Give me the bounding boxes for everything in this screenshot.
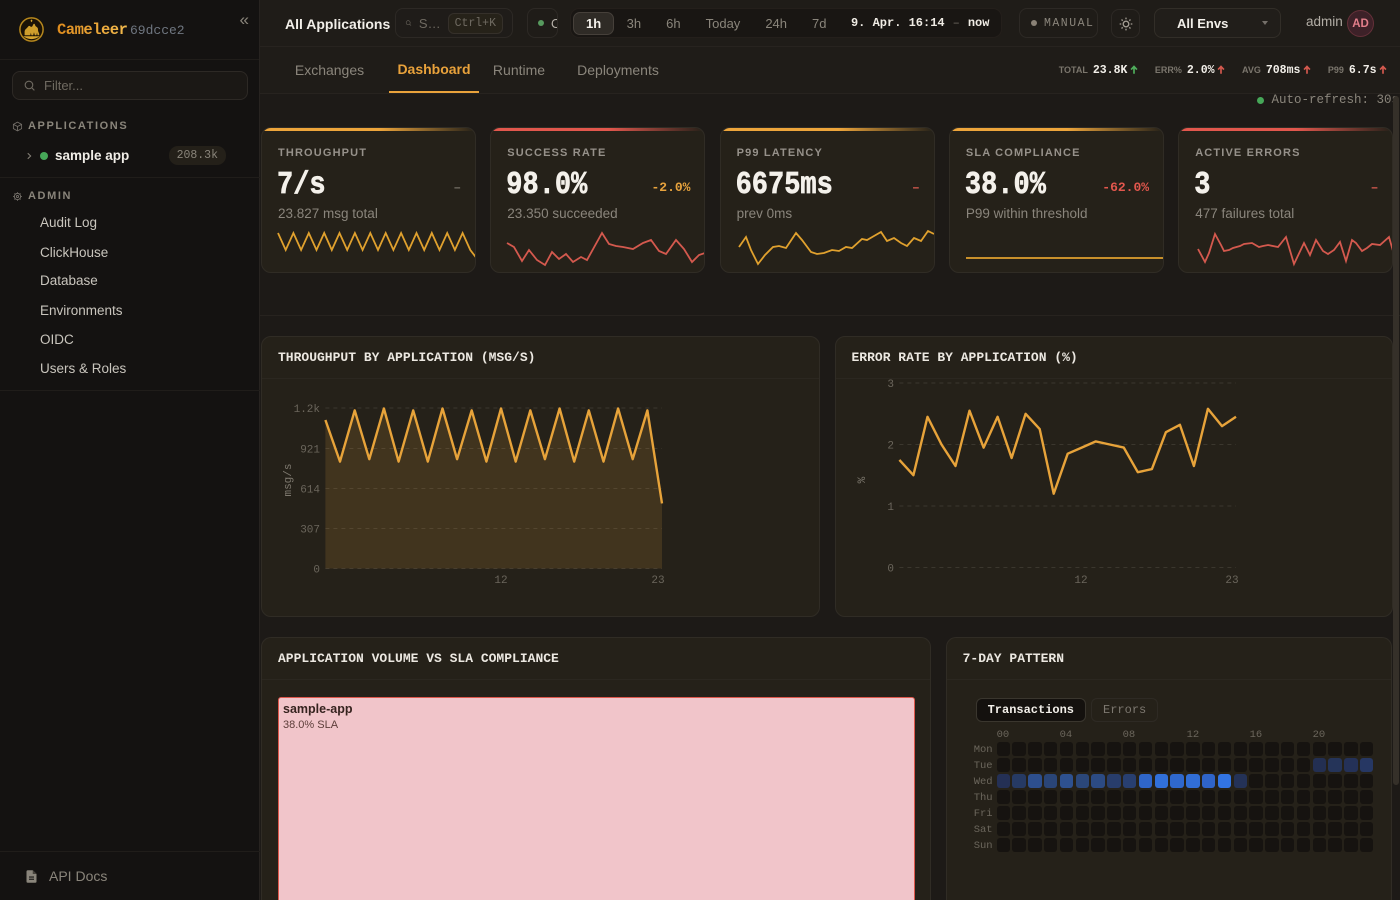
svg-text:23: 23 [1225,575,1238,587]
svg-text:1: 1 [887,502,894,514]
svg-text:0: 0 [313,565,320,577]
svg-text:921: 921 [300,445,320,457]
svg-text:3: 3 [887,379,894,391]
svg-text:307: 307 [300,525,320,537]
svg-text:msg/s: msg/s [283,463,295,496]
svg-text:2: 2 [887,441,894,453]
svg-text:12: 12 [494,575,507,587]
svg-text:614: 614 [300,485,320,497]
svg-text:12: 12 [1074,575,1087,587]
svg-text:0: 0 [887,564,894,576]
svg-text:23: 23 [651,575,664,587]
svg-text:%: % [857,476,869,483]
svg-text:1.2k: 1.2k [294,404,321,416]
